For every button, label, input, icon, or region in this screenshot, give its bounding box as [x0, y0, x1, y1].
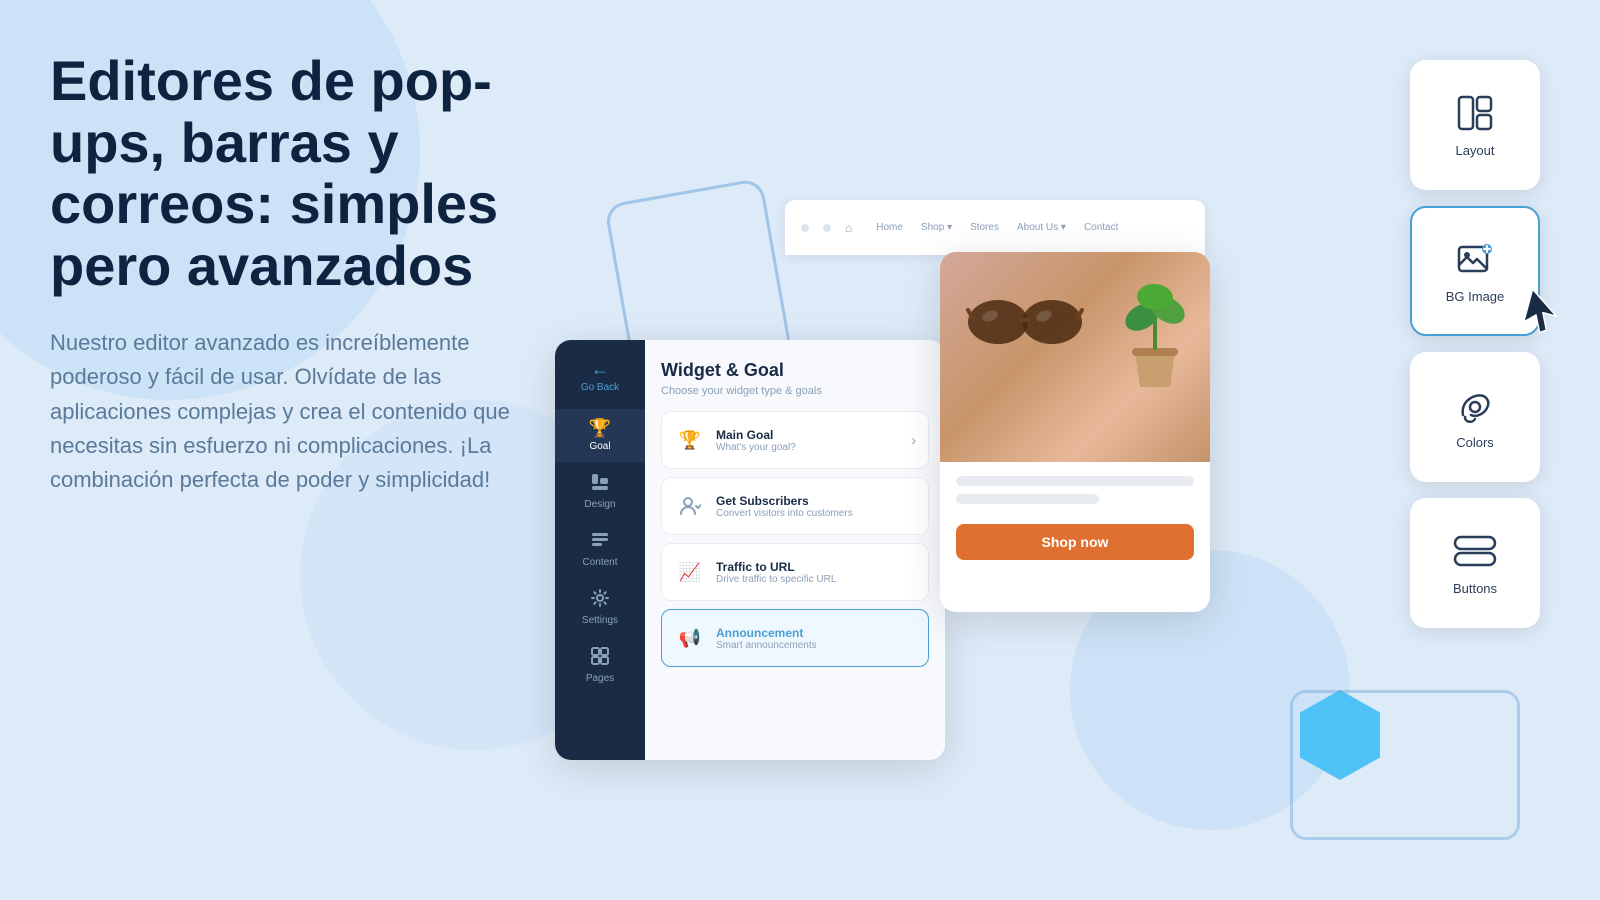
sidebar-item-content[interactable]: Content	[555, 520, 645, 578]
left-section: Editores de pop-ups, barras y correos: s…	[50, 50, 550, 497]
goal-icon-main: 🏆	[674, 424, 706, 456]
goal-icon: 🏆	[589, 419, 611, 437]
product-line-1	[956, 476, 1194, 486]
product-image	[940, 252, 1210, 462]
sidebar-settings-label: Settings	[582, 615, 618, 626]
panel-card-layout[interactable]: Layout	[1410, 60, 1540, 190]
nav-stores[interactable]: Stores	[970, 222, 999, 233]
sidebar-goal-label: Goal	[589, 441, 610, 452]
sunglasses-svg	[960, 272, 1090, 362]
editor-mockup: ← Go Back 🏆 Goal Design Content Settings	[555, 340, 945, 760]
goal-item-subscribers[interactable]: Get Subscribers Convert visitors into cu…	[661, 477, 929, 535]
editor-sidebar: ← Go Back 🏆 Goal Design Content Settings	[555, 340, 645, 760]
product-card: Shop now	[940, 252, 1210, 612]
bg-image-label: BG Image	[1446, 289, 1505, 304]
pages-icon	[590, 646, 610, 669]
goal-chevron-main: ›	[911, 432, 916, 448]
editor-subtitle: Choose your widget type & goals	[661, 385, 929, 397]
sidebar-content-label: Content	[582, 557, 617, 568]
nav-contact[interactable]: Contact	[1084, 222, 1118, 233]
panel-card-buttons[interactable]: Buttons	[1410, 498, 1540, 628]
goal-icon-announcement: 📢	[674, 622, 706, 654]
nav-home[interactable]: Home	[876, 222, 903, 233]
layout-icon	[1455, 93, 1495, 133]
editor-title: Widget & Goal	[661, 360, 929, 381]
colors-label: Colors	[1456, 435, 1494, 450]
sidebar-pages-label: Pages	[586, 673, 614, 684]
go-back-label: Go Back	[581, 382, 619, 393]
home-icon: ⌂	[845, 221, 852, 235]
deco-rect-bottom-right	[1290, 690, 1520, 840]
panel-card-colors[interactable]: Colors	[1410, 352, 1540, 482]
goal-desc-subscribers: Convert visitors into customers	[716, 508, 916, 519]
goal-item-main[interactable]: 🏆 Main Goal What's your goal? ›	[661, 411, 929, 469]
goal-name-announcement: Announcement	[716, 626, 916, 640]
design-icon	[590, 472, 610, 495]
goal-text-subscribers: Get Subscribers Convert visitors into cu…	[716, 494, 916, 519]
layout-label: Layout	[1455, 143, 1494, 158]
right-panel: Layout BG Image Colors Buttons	[1410, 60, 1540, 628]
goal-text-main: Main Goal What's your goal?	[716, 428, 901, 453]
sidebar-item-design[interactable]: Design	[555, 462, 645, 520]
editor-main: Widget & Goal Choose your widget type & …	[645, 340, 945, 760]
back-icon: ←	[591, 360, 609, 378]
sidebar-item-pages[interactable]: Pages	[555, 636, 645, 694]
goal-item-traffic[interactable]: 📈 Traffic to URL Drive traffic to specif…	[661, 543, 929, 601]
goal-name-subscribers: Get Subscribers	[716, 494, 916, 508]
goal-icon-traffic: 📈	[674, 556, 706, 588]
subtitle: Nuestro editor avanzado es increíblement…	[50, 326, 550, 496]
product-body: Shop now	[940, 462, 1210, 574]
goal-text-traffic: Traffic to URL Drive traffic to specific…	[716, 560, 916, 585]
goal-name-main: Main Goal	[716, 428, 901, 442]
browser-mockup: ⌂ Home Shop ▾ Stores About Us ▾ Contact	[785, 200, 1205, 255]
goal-desc-traffic: Drive traffic to specific URL	[716, 574, 916, 585]
goal-desc-main: What's your goal?	[716, 442, 901, 453]
sidebar-design-label: Design	[584, 499, 615, 510]
main-title: Editores de pop-ups, barras y correos: s…	[50, 50, 550, 296]
buttons-icon	[1453, 531, 1497, 571]
goal-name-traffic: Traffic to URL	[716, 560, 916, 574]
colors-icon	[1455, 385, 1495, 425]
browser-dot-2	[823, 224, 831, 232]
settings-icon	[590, 588, 610, 611]
content-icon	[590, 530, 610, 553]
buttons-label: Buttons	[1453, 581, 1497, 596]
goal-text-announcement: Announcement Smart announcements	[716, 626, 916, 651]
nav-shop[interactable]: Shop ▾	[921, 222, 952, 233]
sidebar-item-settings[interactable]: Settings	[555, 578, 645, 636]
bg-image-icon	[1455, 239, 1495, 279]
plant-svg	[1120, 262, 1190, 392]
goal-desc-announcement: Smart announcements	[716, 640, 916, 651]
go-back-button[interactable]: ← Go Back	[555, 350, 645, 403]
product-line-2	[956, 494, 1099, 504]
nav-about[interactable]: About Us ▾	[1017, 222, 1066, 233]
browser-nav: Home Shop ▾ Stores About Us ▾ Contact	[876, 222, 1118, 233]
browser-dot-1	[801, 224, 809, 232]
sidebar-item-goal[interactable]: 🏆 Goal	[555, 409, 645, 462]
shop-now-button[interactable]: Shop now	[956, 524, 1194, 560]
goal-item-announcement[interactable]: 📢 Announcement Smart announcements	[661, 609, 929, 667]
goal-icon-subscribers	[674, 490, 706, 522]
